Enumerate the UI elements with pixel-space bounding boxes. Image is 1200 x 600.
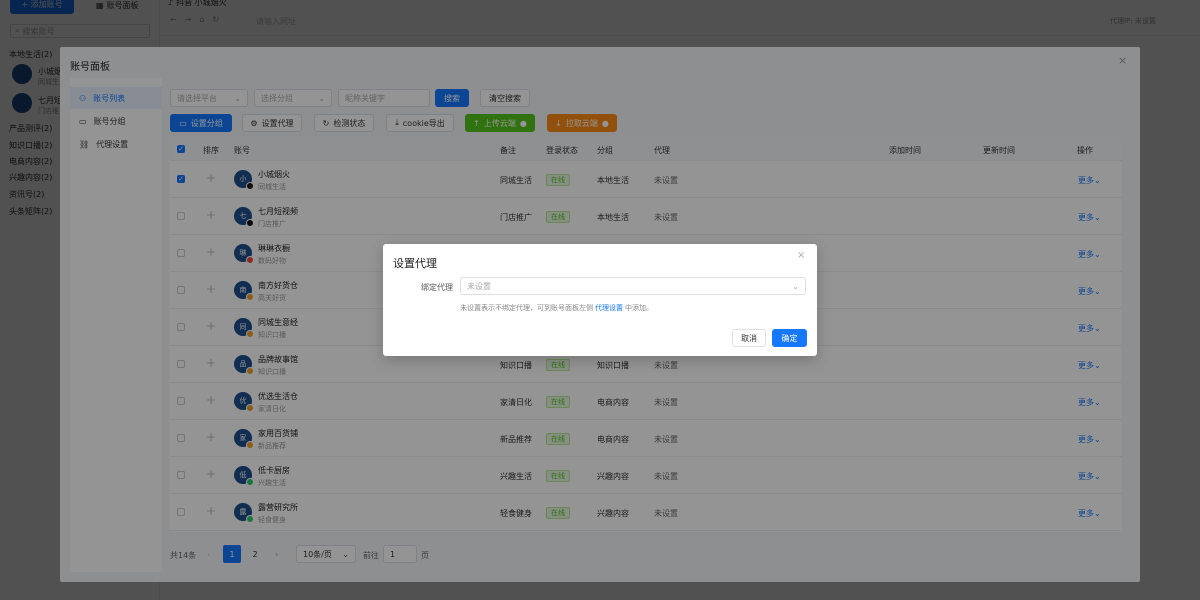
proxy-label: 绑定代理 xyxy=(421,283,453,292)
dialog-title: 设置代理 xyxy=(393,257,437,270)
proxy-settings-link[interactable]: 代理设置 xyxy=(595,303,623,313)
confirm-button[interactable]: 确定 xyxy=(772,329,807,347)
cancel-button[interactable]: 取消 xyxy=(732,329,766,347)
proxy-placeholder: 未设置 xyxy=(467,281,491,291)
set-proxy-dialog: 设置代理 × 绑定代理 未设置 ⌄ 未设置表示不绑定代理，可到账号面板左侧 代理设… xyxy=(383,244,817,356)
proxy-hint: 未设置表示不绑定代理，可到账号面板左侧 代理设置 中添加。 xyxy=(460,303,653,313)
chevron-down-icon: ⌄ xyxy=(792,281,799,291)
cancel-label: 取消 xyxy=(741,333,757,343)
proxy-select[interactable]: 未设置 ⌄ xyxy=(460,277,806,295)
hint-prefix: 未设置表示不绑定代理，可到账号面板左侧 xyxy=(460,304,593,312)
close-icon[interactable]: × xyxy=(797,250,805,261)
confirm-label: 确定 xyxy=(781,333,798,343)
hint-suffix: 中添加。 xyxy=(625,304,653,312)
